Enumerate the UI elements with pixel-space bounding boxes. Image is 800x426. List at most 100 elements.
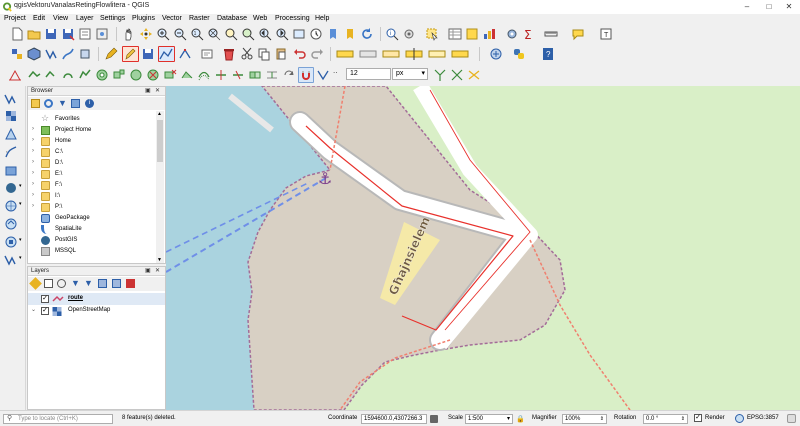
split-parts-icon[interactable] xyxy=(231,68,245,82)
browser-item[interactable]: › Home xyxy=(28,136,157,147)
menu-settings[interactable]: Settings xyxy=(100,15,125,22)
scroll-down-icon[interactable]: ▼ xyxy=(157,257,162,263)
expand-arrow-icon[interactable]: › xyxy=(32,203,34,209)
move-feature-icon[interactable] xyxy=(27,68,41,82)
zoom-selection-icon[interactable] xyxy=(224,27,238,41)
simplify-icon[interactable] xyxy=(78,68,92,82)
rotate-symbol-icon[interactable] xyxy=(282,68,296,82)
refresh-icon[interactable] xyxy=(44,99,53,108)
snap-vertex-icon[interactable] xyxy=(316,68,330,82)
statistics-icon[interactable] xyxy=(482,27,496,41)
digitize-icon[interactable] xyxy=(8,68,22,82)
browser-item[interactable]: › P:\ xyxy=(28,202,157,213)
zoom-next-icon[interactable] xyxy=(275,27,289,41)
scale-select[interactable]: 1:500 ▾ xyxy=(465,414,513,424)
add-wfs-icon[interactable] xyxy=(4,217,18,231)
fill-ring-icon[interactable] xyxy=(129,68,143,82)
menu-layer[interactable]: Layer xyxy=(76,15,94,22)
merge-attributes-icon[interactable] xyxy=(265,68,279,82)
show-bookmarks-icon[interactable] xyxy=(343,27,357,41)
measure-icon[interactable] xyxy=(544,27,558,41)
manage-themes-icon[interactable] xyxy=(57,279,66,288)
expand-arrow-icon[interactable]: › xyxy=(32,148,34,154)
highlight-labels-icon[interactable] xyxy=(381,47,401,61)
browser-item[interactable]: MSSQL xyxy=(28,246,157,257)
menu-view[interactable]: View xyxy=(53,15,68,22)
zoom-last-icon[interactable] xyxy=(258,27,272,41)
expand-arrow-icon[interactable]: › xyxy=(32,137,34,143)
processing-toolbox-icon[interactable] xyxy=(505,27,519,41)
add-part-icon[interactable] xyxy=(112,68,126,82)
lock-icon[interactable]: 🔒 xyxy=(516,415,525,423)
close-panel-icon[interactable]: ✕ xyxy=(155,267,160,274)
text-annotation-icon[interactable]: T xyxy=(599,27,613,41)
browser-item[interactable]: › F:\ xyxy=(28,180,157,191)
add-vector-layer-icon[interactable] xyxy=(4,91,18,105)
filter-expression-icon[interactable]: ▼ xyxy=(84,278,93,288)
snapping-magnet-icon[interactable] xyxy=(298,67,314,83)
browser-item[interactable]: › C:\ xyxy=(28,147,157,158)
add-virtual-layer-icon[interactable]: ▾ xyxy=(4,253,22,267)
copy-features-icon[interactable] xyxy=(257,47,271,61)
new-geopackage-layer-icon[interactable] xyxy=(27,47,41,61)
label-tool-icon[interactable] xyxy=(335,47,355,61)
layout-manager-icon[interactable] xyxy=(95,27,109,41)
menu-edit[interactable]: Edit xyxy=(33,15,45,22)
coordinate-field[interactable]: 1594600.0,4307266.3 xyxy=(361,414,427,424)
temporal-controller-icon[interactable] xyxy=(309,27,323,41)
zoom-full-icon[interactable] xyxy=(207,27,221,41)
menu-plugins[interactable]: Plugins xyxy=(132,15,155,22)
magnifier-spinbox[interactable]: 100% ⇕ xyxy=(562,414,607,424)
expand-all-icon[interactable] xyxy=(98,279,107,288)
tracing-icon[interactable] xyxy=(467,68,481,82)
spin-arrows-icon[interactable]: ⇕ xyxy=(681,415,685,423)
menu-database[interactable]: Database xyxy=(217,15,247,22)
menu-raster[interactable]: Raster xyxy=(189,15,210,22)
snap-self-icon[interactable] xyxy=(450,68,464,82)
browser-item[interactable]: SpatiaLite xyxy=(28,224,157,235)
style-manager-icon[interactable] xyxy=(29,277,42,290)
redo-icon[interactable] xyxy=(310,47,324,61)
identify-features-icon[interactable]: i xyxy=(385,27,399,41)
snap-intersection-icon[interactable] xyxy=(433,68,447,82)
browser-scrollbar[interactable]: ▲ ▼ xyxy=(156,111,164,263)
add-raster-layer-icon[interactable] xyxy=(4,109,18,123)
zoom-out-icon[interactable] xyxy=(173,27,187,41)
layer-row-openstreetmap[interactable]: ⌄ ✓ OpenStreetMap xyxy=(28,305,165,317)
undo-icon[interactable] xyxy=(293,47,307,61)
spin-arrows-icon[interactable]: ⇕ xyxy=(600,415,604,423)
browser-item[interactable]: › D:\ xyxy=(28,158,157,169)
field-calculator-icon[interactable] xyxy=(465,27,479,41)
expand-arrow-icon[interactable]: › xyxy=(32,170,34,176)
add-directory-icon[interactable] xyxy=(31,99,40,108)
filter-legend-icon[interactable]: ▼ xyxy=(71,278,80,288)
browser-item[interactable]: › E:\ xyxy=(28,169,157,180)
plugin-icon[interactable] xyxy=(489,47,503,61)
close-button[interactable]: ✕ xyxy=(778,0,800,14)
pan-hand-icon[interactable] xyxy=(122,27,136,41)
pan-to-selection-icon[interactable] xyxy=(139,27,153,41)
add-delimited-text-icon[interactable]: , xyxy=(4,145,18,159)
layer-visibility-checkbox[interactable]: ✓ xyxy=(41,307,49,315)
close-panel-icon[interactable]: ✕ xyxy=(155,87,160,94)
rotate-label-icon[interactable] xyxy=(427,47,447,61)
rotation-spinbox[interactable]: 0.0 ° ⇕ xyxy=(643,414,688,424)
new-map-view-icon[interactable] xyxy=(292,27,306,41)
expand-arrow-icon[interactable]: › xyxy=(32,159,34,165)
add-group-icon[interactable] xyxy=(44,279,53,288)
menu-processing[interactable]: Processing xyxy=(275,15,310,22)
expand-arrow-icon[interactable]: › xyxy=(32,192,34,198)
split-features-icon[interactable] xyxy=(214,68,228,82)
layer-row-route[interactable]: ✓ route xyxy=(28,293,165,305)
print-layout-icon[interactable] xyxy=(78,27,92,41)
minimize-button[interactable]: – xyxy=(736,0,758,14)
crs-globe-icon[interactable] xyxy=(735,414,744,423)
help-icon[interactable]: ? xyxy=(541,47,555,61)
expand-arrow-icon[interactable]: ⌄ xyxy=(31,306,36,313)
properties-icon[interactable]: i xyxy=(85,99,94,108)
open-project-icon[interactable] xyxy=(27,27,41,41)
add-spatialite-icon[interactable] xyxy=(4,163,18,177)
scrollbar-thumb[interactable] xyxy=(157,120,163,162)
map-rendering[interactable]: ⚓ Għajnsielem xyxy=(166,86,800,410)
filter-icon[interactable]: ▼ xyxy=(58,98,67,108)
